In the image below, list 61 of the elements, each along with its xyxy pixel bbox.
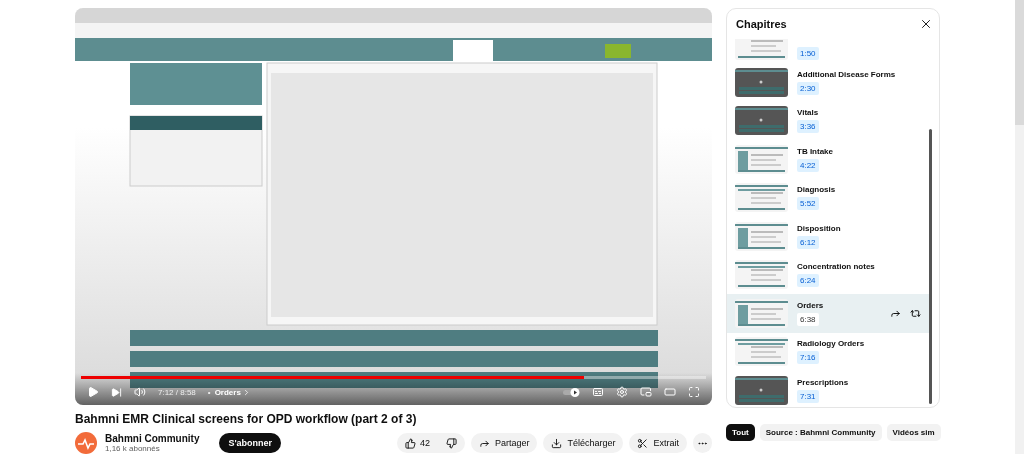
filter-chip[interactable]: Vidéos sim <box>886 424 941 441</box>
miniplayer-icon[interactable] <box>640 386 652 398</box>
chapter-time[interactable]: 6:38 <box>797 312 819 326</box>
volume-icon[interactable] <box>134 386 146 398</box>
chapter-title: TB Intake <box>797 146 834 156</box>
chapter-item[interactable]: Vitals 3:36 <box>727 101 929 140</box>
scrollbar[interactable] <box>1015 0 1024 454</box>
subscriber-count: 1,16 k abonnés <box>105 444 161 453</box>
channel-name[interactable]: Bahmni Community <box>105 433 200 444</box>
chapter-time[interactable]: 2:30 <box>797 81 819 95</box>
chapter-item[interactable]: Additional Disease Forms 2:30 <box>727 63 929 102</box>
scissors-icon <box>637 437 649 449</box>
fullscreen-icon[interactable] <box>688 386 700 398</box>
chapter-title: Disposition <box>797 223 842 233</box>
chapter-time[interactable]: 5:52 <box>797 197 819 211</box>
autoplay-toggle[interactable] <box>563 387 580 397</box>
download-icon <box>551 437 563 449</box>
chapter-title: Radiology Orders <box>797 339 866 349</box>
time-display: 7:12 / 8:58 <box>158 387 196 397</box>
clip-button[interactable]: Extrait <box>629 433 687 453</box>
panel-title: Chapitres <box>736 18 787 30</box>
theater-icon[interactable] <box>664 386 676 398</box>
chapter-item[interactable]: 1:50 <box>727 39 929 63</box>
repeat-icon[interactable] <box>910 307 921 319</box>
filter-chip[interactable]: Source : Bahmni Community <box>759 424 882 441</box>
subscribe-button[interactable]: S'abonner <box>219 433 282 453</box>
next-icon[interactable] <box>111 386 122 398</box>
chapter-item[interactable]: Diagnosis 5:52 <box>727 178 929 217</box>
chapter-item[interactable]: Concentration notes 6:24 <box>727 255 929 294</box>
chapter-time[interactable]: 3:36 <box>797 120 819 134</box>
chapter-time[interactable]: 1:50 <box>797 47 819 60</box>
filter-chip[interactable]: Tout <box>726 424 755 441</box>
chapter-title: Vitals <box>797 108 820 118</box>
chapter-time[interactable]: 7:31 <box>797 389 819 403</box>
chapter-title: Diagnosis <box>797 185 837 195</box>
chapter-title: Orders <box>797 300 825 310</box>
thumbs-up-icon <box>404 437 416 449</box>
share-button[interactable]: Partager <box>470 433 538 453</box>
chapter-item[interactable]: Prescriptions 7:31 <box>727 371 929 407</box>
thumbs-down-icon <box>445 437 457 449</box>
play-icon[interactable] <box>87 386 99 398</box>
progress-bar[interactable] <box>81 376 706 379</box>
chapter-item[interactable]: Orders 6:38 <box>727 294 929 333</box>
chapter-item[interactable]: Radiology Orders 7:16 <box>727 332 929 371</box>
channel-avatar[interactable] <box>75 432 97 454</box>
chapter-time[interactable]: 4:22 <box>797 158 819 172</box>
download-button[interactable]: Télécharger <box>543 433 624 453</box>
video-title: Bahmni EMR Clinical screens for OPD workflow (part 2 of 3) <box>75 412 418 426</box>
chapter-time[interactable]: 6:12 <box>797 235 819 249</box>
chapter-item[interactable]: TB Intake 4:22 <box>727 140 929 179</box>
close-icon[interactable] <box>919 17 933 31</box>
settings-icon[interactable] <box>616 386 628 398</box>
scrollbar[interactable] <box>929 129 932 404</box>
chapter-title: Additional Disease Forms <box>797 69 897 79</box>
chapter-time[interactable]: 7:16 <box>797 351 819 365</box>
chapter-title: Prescriptions <box>797 377 850 387</box>
chapter-title: Concentration notes <box>797 262 876 272</box>
chapter-time[interactable]: 6:24 <box>797 274 819 288</box>
subtitles-icon[interactable] <box>592 386 604 398</box>
separator-dot: • <box>207 387 211 397</box>
chapter-item[interactable]: Disposition 6:12 <box>727 217 929 256</box>
